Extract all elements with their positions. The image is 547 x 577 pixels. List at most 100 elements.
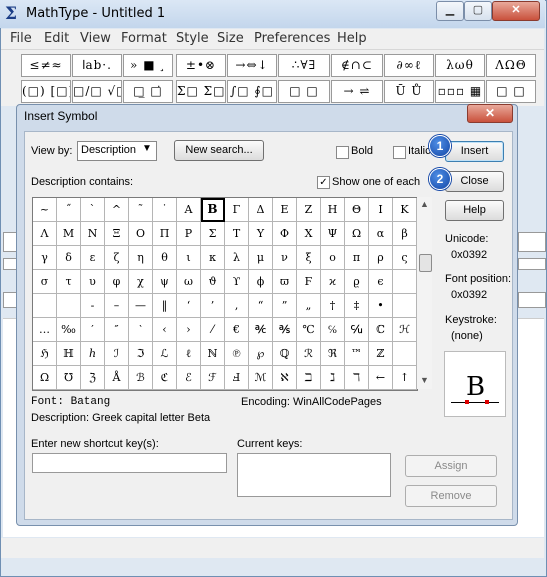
palette-integrals[interactable]: ∫□ ∮□ [227,80,277,103]
symbol-cell[interactable]: ℨ [81,366,105,390]
italic-checkbox[interactable] [393,146,406,159]
new-search-button[interactable]: New search... [174,140,264,161]
symbol-cell[interactable]: ℕ [201,342,225,366]
symbol-cell[interactable]: ← [369,366,393,390]
symbol-cell[interactable]: ” [273,294,297,318]
symbol-cell[interactable]: • [369,294,393,318]
palette-fractions-radicals[interactable]: □/□ √□ [72,80,122,103]
symbol-cell[interactable]: ℬ [129,366,153,390]
symbol-cell[interactable]: ℂ [369,318,393,342]
symbol-cell[interactable]: ℚ [273,342,297,366]
palette-matrices[interactable]: ▫▫▫ ▦ [435,80,485,103]
symbol-cell[interactable]: ℑ [129,342,153,366]
menu-size[interactable]: Size [217,31,244,46]
symbol-cell[interactable]: ϵ [369,270,393,294]
minimize-button[interactable]: ▁ [436,1,464,21]
symbol-cell[interactable]: ℐ [105,342,129,366]
symbol-cell[interactable]: ℱ [201,366,225,390]
symbol-cell[interactable]: ™ [345,342,369,366]
symbol-cell[interactable]: Κ [393,198,417,222]
palette-relations[interactable]: ≤≠≈ [21,54,71,77]
symbol-cell[interactable]: Ϝ [297,270,321,294]
symbol-cell[interactable]: ℗ [225,342,249,366]
symbol-cell[interactable]: ‘ [177,294,201,318]
symbol-cell[interactable]: ″ [105,318,129,342]
symbol-cell[interactable]: Υ [249,222,273,246]
symbol-cell[interactable]: α [369,222,393,246]
symbol-cell[interactable]: ζ [105,246,129,270]
symbol-cell[interactable]: ℛ [297,342,321,366]
symbol-cell[interactable]: † [321,294,345,318]
symbol-cell[interactable]: ℰ [177,366,201,390]
symbol-cell[interactable]: ℜ [321,342,345,366]
symbol-cell[interactable]: ^ [105,198,129,222]
symbol-cell[interactable]: ˜ [129,198,153,222]
menu-view[interactable]: View [80,31,111,46]
symbol-cell[interactable]: Ξ [105,222,129,246]
symbol-cell[interactable]: ℵ [273,366,297,390]
symbol-cell[interactable]: Λ [33,222,57,246]
window-close-button[interactable]: ✕ [492,1,540,21]
shortcut-input[interactable] [32,453,227,473]
close-button[interactable]: Close [445,171,504,192]
symbol-cell[interactable]: Σ [201,222,225,246]
symbol-cell[interactable]: Ⅎ [225,366,249,390]
symbol-grid-scrollbar[interactable]: ▲ ▼ [417,197,432,389]
symbol-cell[interactable]: Ζ [297,198,321,222]
palette-spaces[interactable]: اab·. [72,54,122,77]
symbol-cell[interactable]: τ [57,270,81,294]
symbol-cell[interactable]: ℘ [249,342,273,366]
symbol-cell[interactable]: Α [177,198,201,222]
symbol-cell[interactable]: β [393,222,417,246]
menu-help[interactable]: Help [337,31,367,46]
symbol-cell[interactable]: Β [201,198,225,222]
symbol-cell[interactable]: Τ [225,222,249,246]
symbol-cell[interactable]: ℀ [249,318,273,342]
symbol-cell[interactable]: η [129,246,153,270]
symbol-cell[interactable]: ˝ [57,198,81,222]
symbol-cell[interactable]: Η [321,198,345,222]
palette-arrows[interactable]: →⇔↓ [227,54,277,77]
symbol-cell[interactable]: χ [129,270,153,294]
symbol-cell[interactable]: Ρ [177,222,201,246]
symbol-cell[interactable]: ο [321,246,345,270]
menu-preferences[interactable]: Preferences [254,31,330,46]
symbol-cell[interactable]: Θ [345,198,369,222]
palette-scripts[interactable]: □̲ □̇ [123,80,173,103]
palette-fences[interactable]: (□) [□] [21,80,71,103]
palette-products[interactable]: Ū Ů [384,80,434,103]
symbol-cell[interactable]: ι [177,246,201,270]
symbol-cell[interactable]: ℆ [345,318,369,342]
symbol-cell[interactable]: ℳ [249,366,273,390]
symbol-cell[interactable]: ϖ [273,270,297,294]
view-by-select[interactable]: Description ▼ [77,141,157,161]
symbol-cell[interactable]: ℭ [153,366,177,390]
symbol-cell[interactable]: - [81,294,105,318]
symbol-cell[interactable] [393,270,417,294]
symbol-cell[interactable]: ℃ [297,318,321,342]
symbol-cell[interactable]: Ε [273,198,297,222]
symbol-cell[interactable]: ˙ [153,198,177,222]
symbol-cell[interactable]: ω [177,270,201,294]
symbol-cell[interactable]: ℌ [33,342,57,366]
symbol-cell[interactable]: δ [57,246,81,270]
symbol-cell[interactable]: ↑ [393,366,417,390]
symbol-cell[interactable]: Χ [297,222,321,246]
bold-checkbox[interactable] [336,146,349,159]
symbol-cell[interactable]: Ν [81,222,105,246]
symbol-cell[interactable]: ℷ [321,366,345,390]
symbol-cell[interactable]: „ [297,294,321,318]
dialog-close-button[interactable]: ✕ [467,104,513,123]
symbol-cell[interactable]: ℍ [57,342,81,366]
symbol-cell[interactable]: ℒ [153,342,177,366]
symbol-cell[interactable]: ℎ [81,342,105,366]
symbol-cell[interactable]: ϱ [345,270,369,294]
symbol-cell[interactable]: κ [201,246,225,270]
palette-sums[interactable]: Σ□ Σ□ [176,80,226,103]
symbol-cell[interactable]: ϑ [201,270,225,294]
symbol-cell[interactable]: Δ [249,198,273,222]
menu-file[interactable]: File [10,31,32,46]
symbol-cell[interactable] [393,294,417,318]
palette-bars[interactable]: □ □ [278,80,330,103]
assign-button[interactable]: Assign [405,455,497,477]
